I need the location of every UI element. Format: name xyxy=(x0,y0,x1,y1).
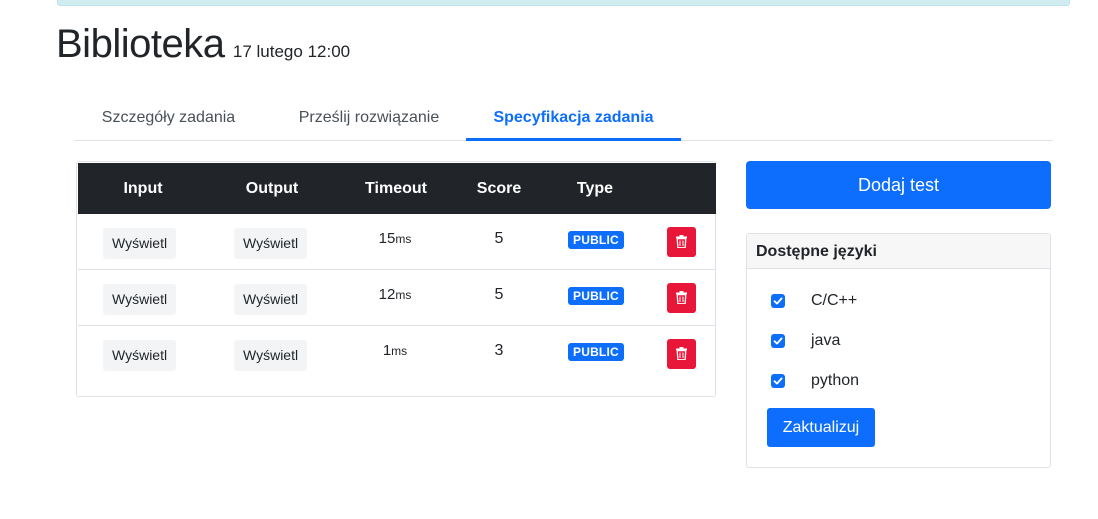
view-input-button[interactable]: Wyświetl xyxy=(103,340,177,371)
page-title: Biblioteka xyxy=(56,22,225,66)
checkmark-icon xyxy=(773,377,783,385)
languages-card: Dostępne języki C/C++ java python Zaktua… xyxy=(746,233,1051,468)
languages-title: Dostępne języki xyxy=(747,234,1050,269)
timeout-cell: 15ms xyxy=(365,230,425,247)
score-cell: 3 xyxy=(494,342,504,359)
delete-test-button[interactable] xyxy=(667,283,696,313)
page-header: Biblioteka 17 lutego 12:00 xyxy=(56,22,350,67)
tests-table: Input Output Timeout Score Type Wyświetl… xyxy=(76,161,716,397)
tab-details[interactable]: Szczegóły zadania xyxy=(74,96,263,141)
col-input: Input xyxy=(123,180,163,197)
timeout-unit: ms xyxy=(395,288,412,302)
info-alert xyxy=(57,0,1070,6)
checkmark-icon xyxy=(773,297,783,305)
col-output: Output xyxy=(245,180,299,197)
view-input-button[interactable]: Wyświetl xyxy=(103,228,177,259)
table-row: Wyświetl Wyświetl 15ms 5 PUBLIC xyxy=(78,214,716,270)
trash-icon xyxy=(676,291,687,304)
view-output-button[interactable]: Wyświetl xyxy=(234,228,308,259)
task-tabs: Szczegóły zadania Prześlij rozwiązanie S… xyxy=(74,96,1053,141)
col-timeout: Timeout xyxy=(365,180,427,197)
table-row: Wyświetl Wyświetl 12ms 5 PUBLIC xyxy=(78,270,716,326)
timeout-value: 15 xyxy=(378,230,396,247)
add-test-button[interactable]: Dodaj test xyxy=(746,161,1051,209)
view-input-button[interactable]: Wyświetl xyxy=(103,284,177,315)
language-label: C/C++ xyxy=(811,292,858,309)
score-cell: 5 xyxy=(494,230,504,247)
timeout-unit: ms xyxy=(391,344,408,358)
type-badge: PUBLIC xyxy=(568,287,624,305)
timeout-cell: 1ms xyxy=(365,342,425,359)
language-label: python xyxy=(811,372,860,389)
page-date: 17 lutego 12:00 xyxy=(232,42,351,61)
language-label: java xyxy=(811,332,841,349)
delete-test-button[interactable] xyxy=(667,339,696,369)
view-output-button[interactable]: Wyświetl xyxy=(234,340,308,371)
type-badge: PUBLIC xyxy=(568,231,624,249)
trash-icon xyxy=(676,347,687,360)
table-row: Wyświetl Wyświetl 1ms 3 PUBLIC xyxy=(78,326,716,382)
type-badge: PUBLIC xyxy=(568,343,624,361)
trash-icon xyxy=(676,235,687,248)
update-languages-button[interactable]: Zaktualizuj xyxy=(767,408,875,447)
table-header: Input Output Timeout Score Type xyxy=(78,163,716,214)
col-type: Type xyxy=(576,180,614,197)
language-checkbox[interactable] xyxy=(771,334,785,348)
timeout-cell: 12ms xyxy=(365,286,425,303)
timeout-value: 12 xyxy=(378,286,396,303)
language-checkbox[interactable] xyxy=(771,294,785,308)
checkmark-icon xyxy=(773,337,783,345)
timeout-value: 1 xyxy=(382,342,392,359)
col-score: Score xyxy=(476,180,522,197)
score-cell: 5 xyxy=(494,286,504,303)
timeout-unit: ms xyxy=(395,232,412,246)
delete-test-button[interactable] xyxy=(667,227,696,257)
tab-submit[interactable]: Prześlij rozwiązanie xyxy=(273,96,465,141)
language-checkbox[interactable] xyxy=(771,374,785,388)
view-output-button[interactable]: Wyświetl xyxy=(234,284,308,315)
tab-specification[interactable]: Specyfikacja zadania xyxy=(466,96,681,141)
